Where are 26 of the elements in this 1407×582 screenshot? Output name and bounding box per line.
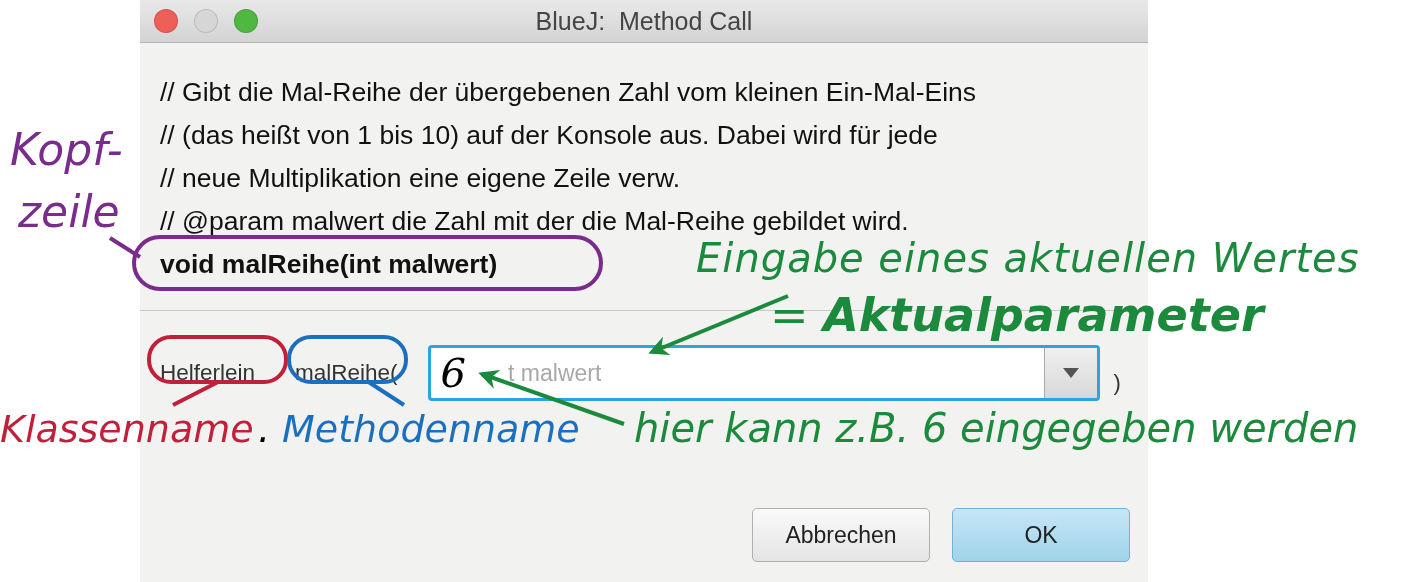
comment-line: // Gibt die Mal-Reihe der übergebenen Zahl vom kleinen Ein-Mal-Eins [160,76,976,109]
annotation-text: zeile [18,190,120,234]
window-control-button[interactable] [154,9,178,33]
closing-parenthesis: ) [1113,370,1121,396]
annotation-text: Methodenname [282,410,580,448]
handwritten-digit: 6 [440,350,467,396]
annotation-text: Kopf- [10,128,123,172]
caret-icon [1062,368,1079,378]
class-name: Helferlein [160,360,256,386]
window-title: BlueJ: Method Call [535,6,753,36]
annotation-text: Eingabe eines aktuellen Wertes [696,238,1360,278]
dropdown-button[interactable] [1043,348,1097,398]
argument-combo-box[interactable]: 6 t malwert [427,345,1100,401]
argument-field[interactable]: t malwert [508,359,1044,387]
annotation-text: . [258,410,271,448]
method-signature: void malReihe(int malwert) [160,248,498,280]
cancel-button[interactable]: Abbrechen [752,508,930,562]
method-name: malReihe( [295,360,398,386]
leader-line [108,236,142,259]
ok-button[interactable]: OK [952,508,1130,562]
window-control-button[interactable] [234,9,258,33]
comment-line: // neue Multiplikation eine eigene Zeile verw. [160,162,680,195]
comment-line: // (das heißt von 1 bis 10) auf der Konsole aus. Dabei wird für jede [160,119,938,152]
comment-line: // @param malwert die Zahl mit der die Mal-Reihe gebildet wird. [160,205,909,238]
annotation-text: hier kann z.B. 6 eingegeben werden [634,408,1359,448]
annotation-text: Klassenname [0,410,254,448]
